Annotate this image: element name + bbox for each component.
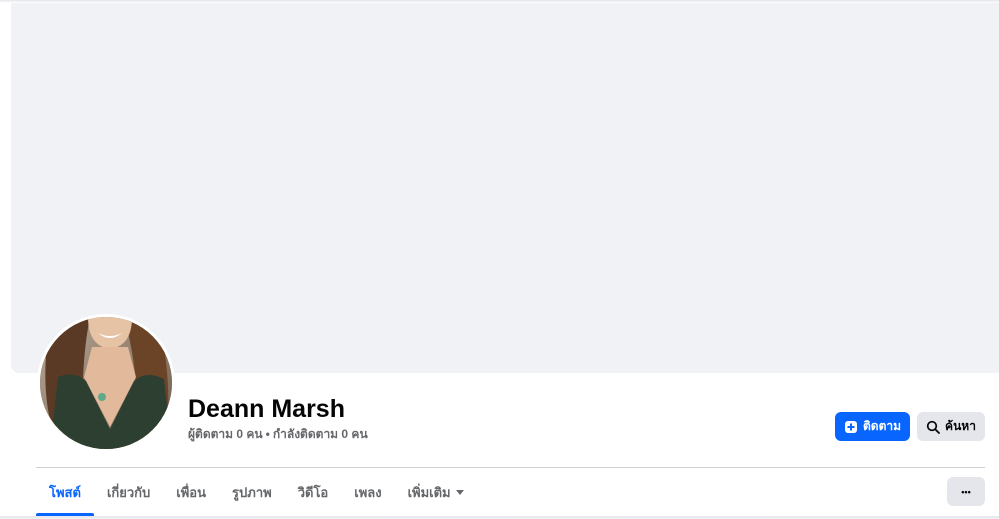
tab-more-label: เพิ่มเติม [407,484,451,500]
more-options-icon: ••• [961,486,971,497]
tab-posts[interactable]: โพสต์ [36,468,94,516]
tab-music-label: เพลง [354,484,382,500]
tab-photos[interactable]: รูปภาพ [219,468,285,516]
stats-separator: • [265,427,270,441]
avatar-ring [37,314,175,452]
search-label: ค้นหา [945,419,976,433]
avatar[interactable] [40,317,172,449]
search-button[interactable]: ค้นหา [917,412,985,441]
avatar-photo [40,317,172,449]
profile-name: Deann Marsh [188,395,345,423]
profile-tabs: โพสต์ เกี่ยวกับ เพื่อน รูปภาพ วิดีโอ เพล… [36,468,477,516]
tab-music[interactable]: เพลง [341,468,394,516]
follow-label: ติดตาม [862,419,902,433]
tab-photos-label: รูปภาพ [232,484,272,500]
tab-about-label: เกี่ยวกับ [106,484,151,500]
follow-icon [844,420,858,434]
search-icon [926,420,940,434]
followers-count[interactable]: ผู้ติดตาม 0 คน [188,427,263,441]
tab-friends[interactable]: เพื่อน [163,468,219,516]
tab-more[interactable]: เพิ่มเติม [395,468,477,516]
follow-button[interactable]: ติดตาม [835,412,910,441]
following-count[interactable]: กำลังติดตาม 0 คน [273,427,368,441]
tab-friends-label: เพื่อน [176,484,207,500]
cover-photo[interactable] [11,3,999,373]
chevron-down-icon [455,490,464,495]
profile-page: Deann Marsh ผู้ติดตาม 0 คน • กำลังติดตาม 0… [0,0,999,519]
tab-about[interactable]: เกี่ยวกับ [94,468,163,516]
tab-videos-label: วิดีโอ [297,484,329,500]
tab-posts-label: โพสต์ [49,484,81,500]
tab-videos[interactable]: วิดีโอ [285,468,342,516]
profile-stats: ผู้ติดตาม 0 คน • กำลังติดตาม 0 คน [188,426,368,442]
more-options-button[interactable]: ••• [947,477,985,506]
